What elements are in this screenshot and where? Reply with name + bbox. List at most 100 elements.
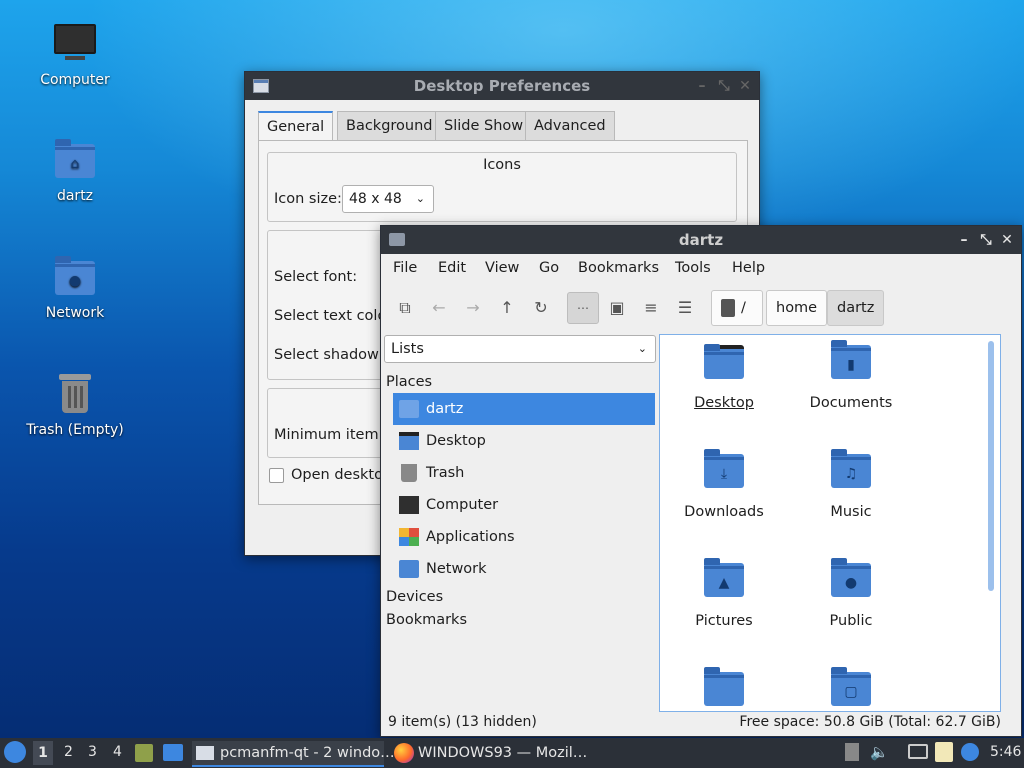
breadcrumb-dartz[interactable]: dartz — [827, 290, 885, 326]
templates-folder-icon: ▢ — [831, 667, 871, 706]
desktop-icon-computer[interactable]: Computer — [20, 22, 130, 88]
sidebar-item-desktop[interactable]: Desktop — [393, 425, 655, 457]
close-button[interactable]: ✕ — [998, 226, 1016, 254]
file-label: Documents — [809, 395, 893, 411]
file-manager-launcher-icon[interactable] — [135, 744, 153, 762]
back-arrow-icon[interactable]: ← — [424, 293, 454, 323]
workspace-2[interactable]: 2 — [64, 744, 73, 760]
search-icon — [721, 299, 735, 317]
sidebar-item-trash[interactable]: Trash — [393, 457, 655, 489]
icon-size-select[interactable]: 48 x 48 ⌄ — [342, 185, 434, 213]
task-pcmanfm[interactable]: pcmanfm-qt - 2 windo… — [192, 741, 395, 767]
desktop-icon-network[interactable]: ● Network — [20, 255, 130, 321]
icon-size-value: 48 x 48 — [349, 191, 402, 207]
desktop-icon-label: Computer — [40, 72, 110, 88]
updates-icon[interactable] — [845, 743, 859, 761]
bookmarks-header: Bookmarks — [386, 612, 468, 628]
sidebar-item-applications[interactable]: Applications — [393, 521, 655, 553]
menu-file[interactable]: File — [393, 260, 417, 276]
sidebar-item-computer[interactable]: Computer — [393, 489, 655, 521]
view-select[interactable]: Lists ⌄ — [384, 335, 656, 363]
menu-go[interactable]: Go — [539, 260, 559, 276]
workspace-3[interactable]: 3 — [88, 744, 97, 760]
close-button[interactable]: ✕ — [736, 72, 754, 100]
network-folder-icon: ● — [53, 255, 97, 299]
menu-tools[interactable]: Tools — [675, 260, 711, 276]
clock[interactable]: 5:46 — [990, 744, 1021, 760]
menu-help[interactable]: Help — [732, 260, 765, 276]
file-label: Downloads — [684, 504, 764, 520]
window-icon — [196, 746, 214, 760]
breadcrumb-home[interactable]: home — [766, 290, 828, 326]
firefox-icon — [394, 743, 414, 763]
places-header: Places — [386, 374, 433, 390]
titlebar[interactable]: Desktop Preferences – ⤡ ✕ — [245, 72, 759, 100]
thumbnail-view-icon[interactable]: ▣ — [602, 293, 632, 323]
open-desktop-checkbox[interactable] — [269, 468, 284, 483]
menu-edit[interactable]: Edit — [438, 260, 466, 276]
open-desktop-label: Open desktop — [291, 467, 393, 483]
new-tab-icon[interactable]: ⧉ — [390, 293, 420, 323]
workspace-4[interactable]: 4 — [113, 744, 122, 760]
menu-view[interactable]: View — [485, 260, 519, 276]
status-free-space: Free space: 50.8 GiB (Total: 62.7 GiB) — [739, 714, 1001, 730]
select-shadow-label: Select shadow c — [274, 347, 392, 363]
pictures-folder-icon: ▲ — [704, 558, 744, 597]
detail-view-icon[interactable]: ☰ — [670, 293, 700, 323]
notification-icon[interactable] — [961, 743, 979, 761]
window-title: dartz — [678, 231, 724, 249]
home-folder-icon: ⌂ — [53, 138, 97, 182]
public-folder-icon: ● — [831, 558, 871, 597]
tab-advanced[interactable]: Advanced — [525, 111, 615, 141]
breadcrumb-root[interactable]: / — [711, 290, 763, 326]
view-select-value: Lists — [391, 341, 424, 357]
devices-header: Devices — [386, 589, 444, 605]
task-firefox[interactable]: WINDOWS93 — Mozil… — [390, 741, 590, 767]
sidebar-item-network[interactable]: Network — [393, 553, 655, 585]
computer-icon — [399, 496, 419, 514]
menubar: File Edit View Go Bookmarks Tools Help — [381, 254, 1021, 284]
folder-icon — [704, 667, 744, 706]
clipboard-icon[interactable] — [935, 742, 953, 762]
file-label: Pictures — [695, 613, 753, 629]
compact-view-icon[interactable]: ≡ — [636, 293, 666, 323]
file-label: Public — [829, 613, 873, 629]
desktop-icon-label: Trash (Empty) — [26, 422, 124, 438]
desktop-icon — [399, 432, 419, 450]
minimize-button[interactable]: – — [693, 72, 711, 100]
trash-icon — [53, 372, 97, 416]
menu-bookmarks[interactable]: Bookmarks — [578, 260, 659, 276]
up-arrow-icon[interactable]: ↑ — [492, 293, 522, 323]
minimize-button[interactable]: – — [955, 226, 973, 254]
titlebar[interactable]: dartz – ⤡ ✕ — [381, 226, 1021, 254]
forward-arrow-icon[interactable]: → — [458, 293, 488, 323]
sidebar-item-dartz[interactable]: dartz — [393, 393, 655, 425]
network-status-icon[interactable] — [908, 744, 928, 759]
select-font-label: Select font: — [274, 269, 358, 285]
desktop-icon-dartz[interactable]: ⌂ dartz — [20, 138, 130, 204]
show-desktop-icon[interactable] — [163, 744, 183, 761]
tab-slide-show[interactable]: Slide Show — [435, 111, 533, 141]
start-menu-icon[interactable] — [4, 741, 26, 763]
file-label: Desktop — [694, 395, 754, 411]
select-text-color-label: Select text colo — [274, 308, 387, 324]
group-title: Icons — [483, 157, 521, 173]
file-manager-window: dartz – ⤡ ✕ File Edit View Go Bookmarks … — [380, 225, 1022, 737]
applications-icon — [399, 528, 419, 546]
file-grid[interactable]: Desktop ▮ Documents ⤓ Downloads ♫ Music … — [659, 334, 1001, 712]
maximize-button[interactable]: ⤡ — [977, 226, 995, 254]
minimum-item-label: Minimum item r — [274, 427, 390, 443]
chevron-down-icon: ⌄ — [637, 342, 647, 355]
scrollbar[interactable] — [988, 341, 994, 591]
trash-icon — [401, 464, 417, 482]
desktop-icon-trash[interactable]: Trash (Empty) — [20, 372, 130, 438]
icon-view-icon[interactable]: ⋯ — [567, 292, 599, 324]
reload-icon[interactable]: ↻ — [526, 293, 556, 323]
documents-folder-icon: ▮ — [831, 340, 871, 379]
tab-general[interactable]: General — [258, 111, 334, 141]
icon-size-label: Icon size: — [274, 191, 342, 207]
maximize-button[interactable]: ⤡ — [715, 72, 733, 100]
tab-background[interactable]: Background — [337, 111, 442, 141]
volume-icon[interactable]: 🔈 — [870, 743, 889, 761]
workspace-1[interactable]: 1 — [33, 741, 53, 765]
